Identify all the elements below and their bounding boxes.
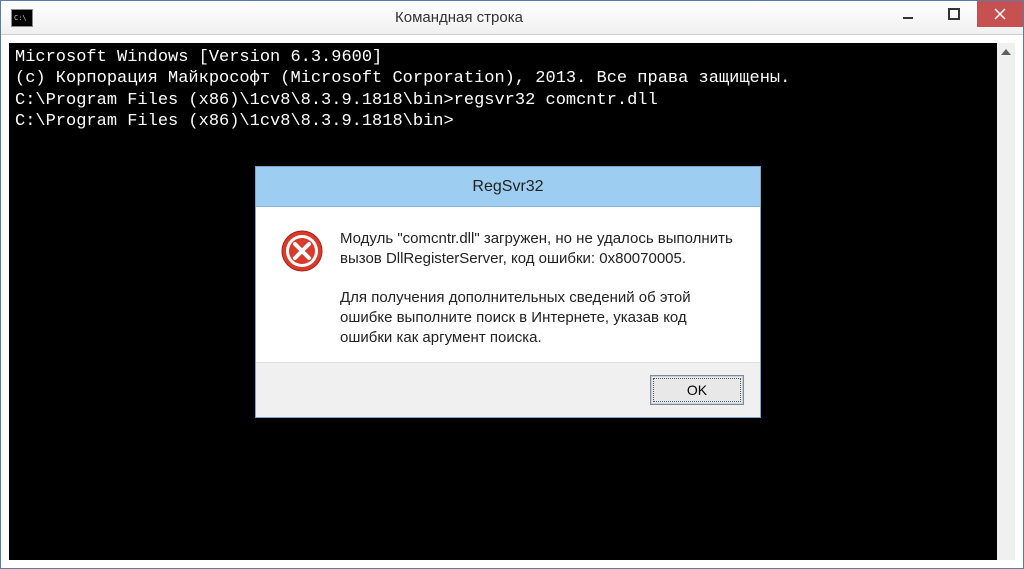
scroll-up-icon[interactable] [997,43,1015,61]
close-button[interactable] [977,1,1023,27]
console-line: (c) Корпорация Майкрософт (Microsoft Cor… [15,68,991,89]
scrollbar[interactable] [997,43,1015,560]
regsvr32-dialog: RegSvr32 Модуль "comcntr.dll" загружен, … [255,166,761,418]
dialog-titlebar[interactable]: RegSvr32 [256,167,760,207]
console-line: Microsoft Windows [Version 6.3.9600] [15,47,991,68]
titlebar[interactable]: C:\ Командная строка [1,1,1023,35]
dialog-body: Модуль "comcntr.dll" загружен, но не уда… [256,207,760,362]
dialog-message-2: Для получения дополнительных сведений об… [340,288,736,349]
maximize-button[interactable] [931,1,977,27]
console-line: C:\Program Files (x86)\1cv8\8.3.9.1818\b… [15,90,991,111]
window-title: Командная строка [33,9,885,26]
minimize-button[interactable] [885,1,931,27]
dialog-footer: OK [256,362,760,417]
ok-button[interactable]: OK [650,375,744,405]
dialog-message: Модуль "comcntr.dll" загружен, но не уда… [340,229,736,348]
cmd-icon: C:\ [11,9,33,27]
error-icon [280,229,324,273]
window-controls [885,1,1023,34]
dialog-title: RegSvr32 [472,178,543,196]
dialog-message-1: Модуль "comcntr.dll" загружен, но не уда… [340,229,736,270]
console-line: C:\Program Files (x86)\1cv8\8.3.9.1818\b… [15,111,991,132]
